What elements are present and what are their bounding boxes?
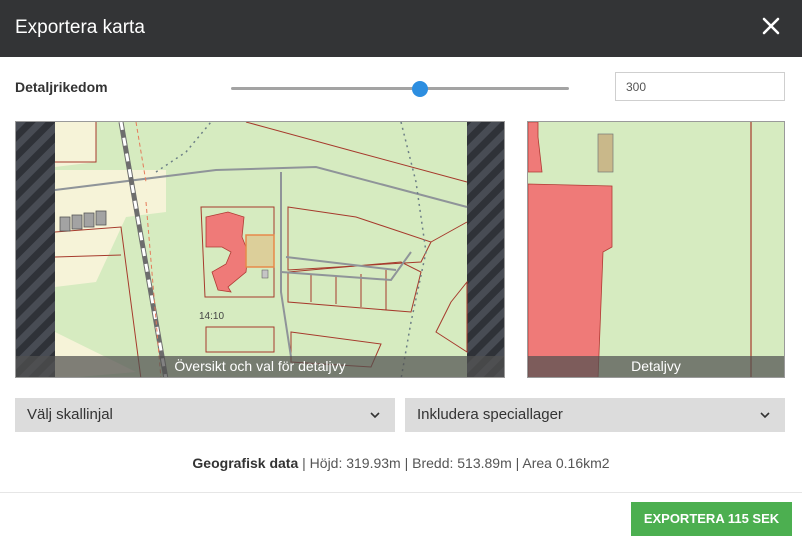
geo-data-values: | Höjd: 319.93m | Bredd: 513.89m | Area …: [298, 455, 610, 471]
scale-select-label: Välj skallinjal: [27, 406, 113, 423]
chevron-down-icon: [759, 398, 771, 445]
detail-level-label: Detaljrikedom: [15, 79, 108, 95]
footer-divider: [0, 492, 802, 493]
overview-map[interactable]: 14:10 Översikt och val för detaljvy: [15, 121, 505, 378]
overview-map-label: 14:10: [199, 311, 224, 322]
detail-map: Detaljvy: [527, 121, 785, 378]
detail-level-slider[interactable]: [231, 80, 569, 97]
scale-select[interactable]: Välj skallinjal: [15, 398, 395, 432]
geo-data-title: Geografisk data: [192, 455, 299, 471]
dialog-header: Exportera karta: [0, 0, 802, 57]
export-button[interactable]: EXPORTERA 115 SEK: [631, 502, 792, 536]
detail-level-input[interactable]: [615, 72, 785, 101]
overview-caption: Översikt och val för detaljvy: [16, 356, 504, 377]
dialog-title: Exportera karta: [15, 17, 145, 38]
slider-track: [231, 87, 569, 90]
special-layers-select-label: Inkludera speciallager: [417, 406, 563, 423]
special-layers-select[interactable]: Inkludera speciallager: [405, 398, 785, 432]
geo-data-line: Geografisk data | Höjd: 319.93m | Bredd:…: [0, 455, 802, 471]
close-icon[interactable]: [760, 15, 782, 37]
chevron-down-icon: [369, 398, 381, 445]
export-map-dialog: Exportera karta Detaljrikedom 300 14:10 …: [0, 0, 802, 545]
slider-thumb[interactable]: [412, 81, 429, 97]
detail-caption: Detaljvy: [528, 356, 784, 377]
